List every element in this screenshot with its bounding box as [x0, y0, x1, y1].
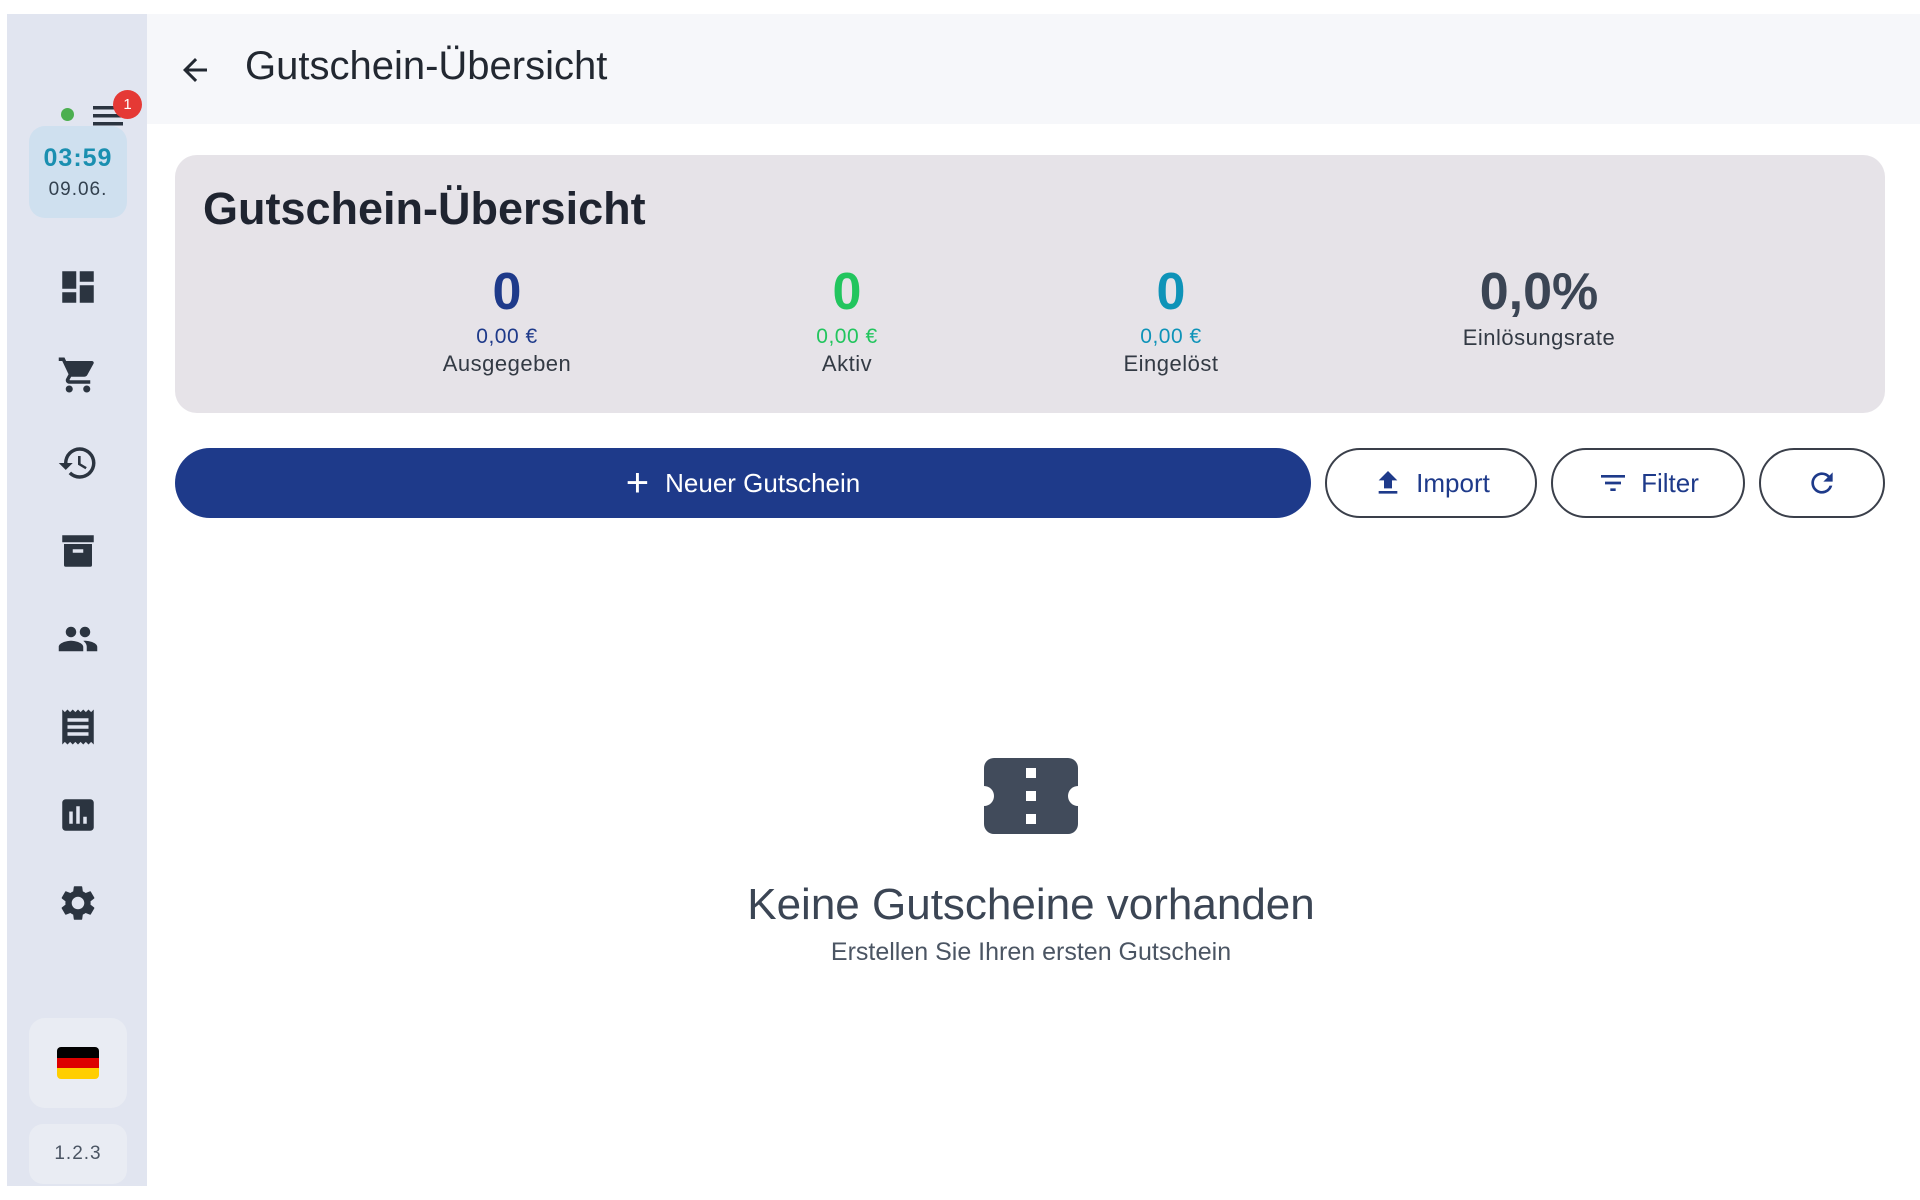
stat-active-amount: 0,00 €: [816, 325, 878, 348]
stat-redeemed-label: Eingelöst: [1123, 351, 1219, 376]
import-label: Import: [1416, 467, 1490, 498]
dashboard-icon: [62, 271, 94, 303]
stat-redemption-rate-value: 0,0%: [1479, 263, 1599, 321]
stat-active-count: 0: [832, 263, 862, 321]
empty-state-subtitle: Erstellen Sie Ihren ersten Gutschein: [830, 938, 1232, 966]
sidebar-item-history[interactable]: [40, 428, 116, 498]
filter-button[interactable]: Filter: [1551, 448, 1745, 518]
clock-widget: 03:59 09.06.: [29, 126, 127, 218]
sidebar-item-settings[interactable]: [40, 868, 116, 938]
voucher-summary-card: Gutschein-Übersicht 0 0,00 € Ausgegeben …: [175, 155, 1885, 413]
stat-active: 0 0,00 € Aktiv: [697, 263, 997, 377]
filter-label: Filter: [1641, 467, 1699, 498]
sidebar-item-customers[interactable]: [40, 604, 116, 674]
back-arrow-icon[interactable]: [177, 52, 213, 88]
online-status-dot: [61, 108, 74, 121]
refresh-icon: [1811, 472, 1833, 494]
clock-time: 03:59: [43, 144, 113, 172]
history-icon: [58, 447, 96, 479]
menu-button[interactable]: 1: [31, 50, 142, 130]
sidebar-item-receipts[interactable]: [40, 692, 116, 762]
people-icon: [58, 626, 98, 652]
new-voucher-label: Neuer Gutschein: [665, 467, 861, 498]
empty-state-title: Keine Gutscheine vorhanden: [747, 880, 1315, 929]
archive-icon: [62, 535, 94, 567]
clock-date: 09.06.: [48, 179, 108, 200]
gear-icon: [61, 886, 95, 920]
stat-issued-amount: 0,00 €: [476, 325, 538, 348]
sidebar-item-archive[interactable]: [40, 516, 116, 586]
summary-title: Gutschein-Übersicht: [203, 183, 646, 234]
receipt-icon: [62, 709, 94, 745]
stat-redeemed-count: 0: [1156, 263, 1186, 321]
ticket-icon: [984, 758, 1078, 834]
stat-redeemed: 0 0,00 € Eingelöst: [1021, 263, 1321, 377]
stat-issued: 0 0,00 € Ausgegeben: [357, 263, 657, 377]
chart-icon: [62, 799, 94, 831]
plus-icon: +: [625, 461, 650, 505]
import-button[interactable]: Import: [1325, 448, 1537, 518]
page-title: Gutschein-Übersicht: [245, 44, 608, 88]
app-version: 1.2.3: [29, 1124, 127, 1184]
sidebar-item-dashboard[interactable]: [40, 252, 116, 322]
cart-icon: [58, 357, 94, 393]
new-voucher-button[interactable]: + Neuer Gutschein: [175, 448, 1311, 518]
stat-issued-label: Ausgegeben: [442, 351, 572, 376]
page-header: Gutschein-Übersicht: [147, 14, 1920, 124]
stat-redemption-rate-label: Einlösungsrate: [1462, 325, 1616, 350]
stat-redemption-rate: 0,0% Einlösungsrate: [1389, 263, 1689, 351]
notification-badge: 1: [113, 90, 142, 119]
stat-issued-count: 0: [492, 263, 522, 321]
sidebar-item-cart[interactable]: [40, 340, 116, 410]
stat-active-label: Aktiv: [821, 351, 873, 376]
language-switcher[interactable]: [29, 1018, 127, 1108]
stat-redeemed-amount: 0,00 €: [1140, 325, 1202, 348]
sidebar: 1 03:59 09.06. 1.2.3: [7, 14, 147, 1186]
filter-icon: [1601, 475, 1626, 491]
refresh-button[interactable]: [1759, 448, 1885, 518]
germany-flag-icon: [57, 1047, 99, 1079]
sidebar-item-reports[interactable]: [40, 780, 116, 850]
upload-icon: [1378, 471, 1398, 494]
